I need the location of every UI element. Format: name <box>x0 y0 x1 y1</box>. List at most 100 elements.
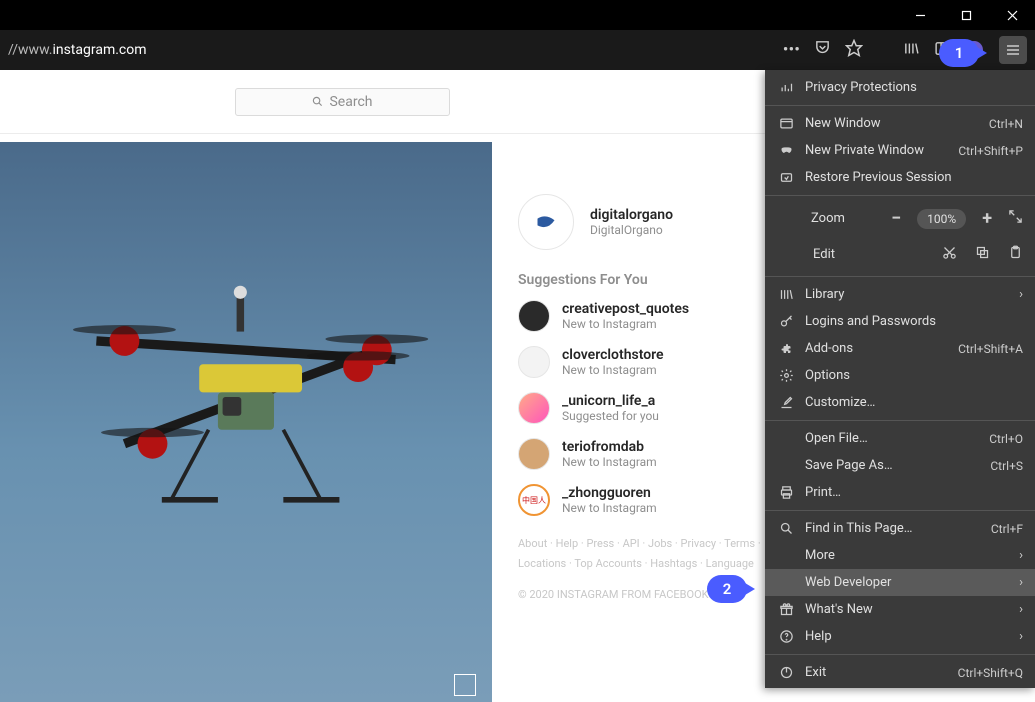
window-maximize-button[interactable] <box>943 0 989 30</box>
profile-block[interactable]: digitalorgano DigitalOrgano <box>518 194 788 250</box>
menu-find[interactable]: Find in This Page… Ctrl+F <box>765 515 1035 542</box>
profile-username: digitalorgano <box>590 207 673 223</box>
menu-customize[interactable]: Customize… <box>765 389 1035 416</box>
suggestion-username: _zhongguoren <box>562 485 657 501</box>
menu-label: Exit <box>805 665 948 680</box>
zoom-in-button[interactable]: + <box>982 208 992 229</box>
zoom-label: Zoom <box>811 211 875 226</box>
zoom-value[interactable]: 100% <box>917 209 966 229</box>
menu-help[interactable]: Help › <box>765 623 1035 650</box>
gift-icon <box>777 602 795 617</box>
page-actions-icon[interactable]: ••• <box>783 40 800 60</box>
chevron-right-icon: › <box>1019 575 1023 590</box>
url-text[interactable]: //www.instagram.com <box>8 42 147 58</box>
profile-avatar <box>518 194 574 250</box>
url-prefix: //www. <box>8 42 52 58</box>
puzzle-icon <box>777 341 795 356</box>
suggestion-subtext: Suggested for you <box>562 409 659 423</box>
print-icon <box>777 485 795 500</box>
menu-logins[interactable]: Logins and Passwords <box>765 308 1035 335</box>
search-input[interactable]: Search <box>235 88 450 116</box>
menu-label: New Window <box>805 116 979 131</box>
suggestion-subtext: New to Instagram <box>562 501 657 515</box>
copy-icon[interactable] <box>975 245 990 264</box>
help-icon <box>777 629 795 644</box>
menu-web-developer[interactable]: Web Developer › <box>765 569 1035 596</box>
menu-new-private-window[interactable]: New Private Window Ctrl+Shift+P <box>765 137 1035 164</box>
callout-badge-1: 1 <box>939 39 979 67</box>
menu-shortcut: Ctrl+N <box>989 117 1023 131</box>
hamburger-menu: Privacy Protections New Window Ctrl+N Ne… <box>765 70 1035 688</box>
url-domain: instagram.com <box>52 42 146 58</box>
menu-label: Library <box>805 287 1009 302</box>
power-icon <box>777 665 795 680</box>
menu-restore-session[interactable]: Restore Previous Session <box>765 164 1035 191</box>
window-close-button[interactable] <box>989 0 1035 30</box>
search-placeholder: Search <box>329 94 372 110</box>
restore-icon <box>777 170 795 185</box>
menu-privacy-protections[interactable]: Privacy Protections <box>765 74 1035 101</box>
suggestion-subtext: New to Instagram <box>562 455 657 469</box>
menu-exit[interactable]: Exit Ctrl+Shift+Q <box>765 659 1035 686</box>
suggestion-avatar: 中国人 <box>518 484 550 516</box>
window-minimize-button[interactable] <box>897 0 943 30</box>
menu-addons[interactable]: Add-ons Ctrl+Shift+A <box>765 335 1035 362</box>
suggestion-item[interactable]: creativepost_quotesNew to Instagram <box>518 300 788 332</box>
footer-links[interactable]: About · Help · Press · API · Jobs · Priv… <box>518 534 788 574</box>
menu-label: Options <box>805 368 1023 383</box>
menu-label: Help <box>805 629 1009 644</box>
menu-label: Logins and Passwords <box>805 314 1023 329</box>
menu-label: More <box>805 548 1009 563</box>
suggestion-item[interactable]: teriofromdabNew to Instagram <box>518 438 788 470</box>
fullscreen-icon[interactable] <box>1008 209 1023 228</box>
shield-chart-icon <box>777 80 795 95</box>
menu-save-page[interactable]: Save Page As… Ctrl+S <box>765 452 1035 479</box>
menu-new-window[interactable]: New Window Ctrl+N <box>765 110 1035 137</box>
menu-label: Add-ons <box>805 341 948 356</box>
callout-badge-2: 2 <box>707 575 747 603</box>
hamburger-menu-button[interactable] <box>999 36 1027 64</box>
feed-post-image[interactable] <box>0 142 492 702</box>
library-icon[interactable] <box>903 40 920 61</box>
suggestion-avatar <box>518 392 550 424</box>
suggestions-heading: Suggestions For You <box>518 272 788 288</box>
menu-options[interactable]: Options <box>765 362 1035 389</box>
menu-print[interactable]: Print… <box>765 479 1035 506</box>
cut-icon[interactable] <box>942 245 957 264</box>
suggestion-item[interactable]: _unicorn_life_aSuggested for you <box>518 392 788 424</box>
menu-zoom-row: Zoom − 100% + <box>765 200 1035 237</box>
mask-icon <box>777 143 795 158</box>
library-icon <box>777 287 795 302</box>
suggestion-item[interactable]: cloverclothstoreNew to Instagram <box>518 346 788 378</box>
pocket-icon[interactable] <box>814 39 831 61</box>
menu-open-file[interactable]: Open File… Ctrl+O <box>765 425 1035 452</box>
suggestion-subtext: New to Instagram <box>562 363 664 377</box>
bookmark-star-icon[interactable] <box>845 39 863 62</box>
suggestion-username: teriofromdab <box>562 439 657 455</box>
menu-label: Print… <box>805 485 1023 500</box>
drone-illustration <box>59 243 433 551</box>
menu-shortcut: Ctrl+Shift+Q <box>958 666 1023 680</box>
url-bar: //www.instagram.com ••• <box>0 30 1035 70</box>
menu-label: Web Developer <box>805 575 1009 590</box>
menu-label: What's New <box>805 602 1009 617</box>
zoom-out-button[interactable]: − <box>891 208 901 229</box>
menu-library[interactable]: Library › <box>765 281 1035 308</box>
edit-label: Edit <box>813 247 924 262</box>
menu-shortcut: Ctrl+S <box>990 459 1023 473</box>
suggestions-list: creativepost_quotesNew to Instagram clov… <box>518 300 788 516</box>
suggestion-item[interactable]: 中国人 _zhongguorenNew to Instagram <box>518 484 788 516</box>
paint-icon <box>777 395 795 410</box>
menu-more[interactable]: More › <box>765 542 1035 569</box>
profile-displayname: DigitalOrgano <box>590 223 673 237</box>
paste-icon[interactable] <box>1008 245 1023 264</box>
menu-label: Customize… <box>805 395 1023 410</box>
menu-label: Privacy Protections <box>805 80 1023 95</box>
menu-label: Open File… <box>805 431 979 446</box>
carousel-indicator-icon <box>454 674 476 696</box>
menu-label: Save Page As… <box>805 458 980 473</box>
menu-shortcut: Ctrl+F <box>991 522 1023 536</box>
suggestion-username: creativepost_quotes <box>562 301 689 317</box>
menu-whats-new[interactable]: What's New › <box>765 596 1035 623</box>
key-icon <box>777 314 795 329</box>
